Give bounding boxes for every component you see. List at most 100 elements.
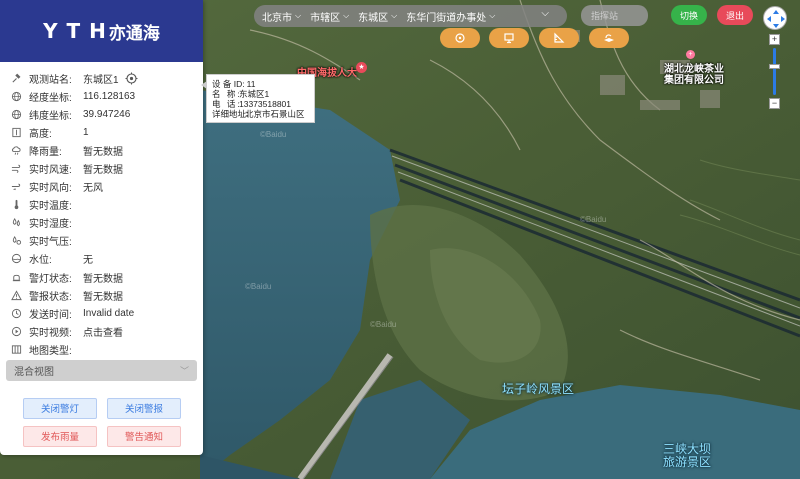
warning-notice-button[interactable]: 警告通知 — [107, 425, 181, 447]
station-info-list: 观测站名: 东城区1 经度坐标: 116.128163 纬度坐标: 39.947246 高度… — [0, 62, 203, 359]
map-type-value: 混合视图 — [14, 366, 54, 378]
zoom-in-button[interactable]: + — [769, 34, 780, 45]
tool-target-button[interactable] — [440, 28, 480, 48]
tooltip-address-label: 详细地址: — [212, 109, 249, 119]
map-watermark: ©Baidu — [580, 215, 607, 224]
zoom-out-button[interactable]: − — [769, 98, 780, 109]
station-info-row: 警灯状态: 暂无数据 — [10, 268, 203, 286]
station-info-value: 无风 — [83, 183, 103, 195]
station-info-label: 地图类型: — [29, 345, 72, 357]
station-info-row: 警报状态: 暂无数据 — [10, 286, 203, 304]
map-watermark: ©Baidu — [245, 282, 272, 291]
close-light-button[interactable]: 关闭警灯 — [23, 397, 97, 419]
breadcrumb-street[interactable]: 东华门街道办事处 ⌵ — [406, 9, 495, 24]
station-info-panel: Y T H 亦通海 观测站名: 东城区1 经度坐标: 116.128163 纬度坐标: 3… — [0, 0, 203, 455]
station-info-label: 实时温度: — [29, 201, 72, 213]
rain-icon — [10, 144, 22, 156]
region-breadcrumb: 北京市 ⌵ 市辖区 ⌵ 东城区 ⌵ 东华门街道办事处 ⌵ ⌵ — [254, 5, 567, 27]
brand-name: 亦通海 — [108, 23, 160, 43]
humidity-icon — [10, 217, 22, 229]
breadcrumb-label: 市辖区 — [310, 12, 341, 24]
map-scenic-label: 坛子岭风景区 — [502, 382, 575, 396]
tooltip-phone-label: 电 话: — [212, 99, 242, 109]
chevron-down-icon: ﹀ — [179, 365, 189, 376]
brand-header: Y T H 亦通海 — [0, 0, 203, 62]
breadcrumb-district[interactable]: 东城区 ⌵ — [358, 9, 397, 24]
map-type-select[interactable]: 混合视图 ﹀ — [6, 359, 197, 381]
station-info-label: 实时湿度: — [29, 219, 72, 231]
station-info-label: 降雨量: — [29, 146, 62, 158]
brand-logo: Y T H — [43, 19, 107, 43]
search-input[interactable] — [581, 5, 648, 26]
station-info-row: 实时气压: — [10, 232, 203, 250]
exit-button[interactable]: 退出 — [717, 5, 753, 25]
locate-icon[interactable] — [125, 72, 138, 85]
wind-icon — [10, 163, 22, 175]
water-level-icon — [10, 253, 22, 265]
station-info-label: 发送时间: — [29, 309, 72, 321]
breadcrumb-label: 北京市 — [262, 12, 292, 24]
station-info-value: 暂无数据 — [83, 291, 123, 303]
station-tooltip: 设 备 ID: 11 名 称: 东城区1 电 话: 13373518801 详细地址:… — [201, 74, 315, 123]
zoom-slider-handle[interactable] — [769, 64, 780, 69]
station-info-label: 纬度坐标: — [29, 110, 72, 122]
station-info-value: 116.128163 — [83, 90, 136, 102]
publish-rain-button[interactable]: 发布雨量 — [23, 425, 97, 447]
station-info-row: 地图类型: — [10, 340, 203, 358]
map-scenic-label-2: 三峡大坝 旅游景区 — [663, 442, 712, 469]
warning-icon — [10, 289, 22, 301]
station-info-label: 警灯状态: — [29, 273, 72, 285]
station-info-row[interactable]: 实时视频: 点击查看 — [10, 322, 203, 340]
station-info-row: 水位: 无 — [10, 250, 203, 268]
station-info-value: 1 — [83, 126, 89, 138]
map-pan-control[interactable] — [763, 6, 787, 30]
close-alarm-button[interactable]: 关闭警报 — [107, 397, 181, 419]
tool-ruler-button[interactable] — [539, 28, 579, 48]
station-info-value: 暂无数据 — [83, 146, 123, 158]
station-info-label: 高度: — [29, 128, 52, 140]
poi-star-icon: ★ — [356, 62, 367, 73]
thermometer-icon — [10, 199, 22, 211]
monitor-icon — [504, 33, 514, 44]
chevron-down-icon: ⌵ — [489, 11, 496, 20]
poi-company-icon: + — [686, 50, 695, 59]
station-info-label: 实时气压: — [29, 237, 72, 249]
chevron-down-icon: ⌵ — [295, 11, 302, 20]
station-info-value: Invalid date — [83, 307, 135, 319]
station-info-label: 实时视频: — [29, 327, 72, 339]
target-icon — [455, 33, 465, 43]
breadcrumb-label: 东华门街道办事处 — [406, 12, 487, 24]
tooltip-id-label: 设 备 ID: — [212, 79, 245, 89]
map-company-label: 湖北龙峡茶业 集团有限公司 — [664, 64, 724, 86]
map-watermark: ©Baidu — [260, 130, 287, 139]
station-info-value: 东城区1 — [83, 74, 119, 86]
station-info-value: 暂无数据 — [83, 165, 123, 177]
ruler-icon — [554, 32, 565, 43]
pan-arrows-icon — [767, 10, 785, 28]
clock-icon — [10, 307, 22, 319]
tooltip-id-value: 11 — [246, 79, 256, 89]
breadcrumb-province[interactable]: 北京市 ⌵ — [262, 9, 301, 24]
map-type-icon — [10, 343, 22, 355]
switch-button[interactable]: 切换 — [671, 5, 707, 25]
station-info-row: 实时风速: 暂无数据 — [10, 159, 203, 177]
chevron-down-icon[interactable]: ⌵ — [541, 8, 549, 19]
height-icon — [10, 126, 22, 138]
station-info-value: 无 — [83, 255, 93, 267]
station-info-row: 观测站名: 东城区1 — [10, 69, 203, 87]
station-info-label: 实时风速: — [29, 165, 72, 177]
station-info-row: 降雨量: 暂无数据 — [10, 141, 203, 159]
tooltip-phone-value: 13373518801 — [239, 99, 292, 109]
pressure-icon — [10, 235, 22, 247]
zoom-slider[interactable] — [769, 48, 780, 95]
station-info-row: 高度: 1 — [10, 123, 203, 141]
wind-direction-icon — [10, 181, 22, 193]
chevron-down-icon: ⌵ — [391, 11, 398, 20]
station-info-value: 39.947246 — [83, 108, 131, 120]
tool-monitor-button[interactable] — [489, 28, 529, 48]
station-info-value[interactable]: 点击查看 — [83, 324, 123, 339]
breadcrumb-city[interactable]: 市辖区 ⌵ — [310, 9, 349, 24]
tooltip-name-label: 名 称: — [212, 89, 242, 99]
tool-layers-button[interactable] — [589, 28, 629, 48]
station-info-label: 观测站名: — [29, 74, 72, 86]
